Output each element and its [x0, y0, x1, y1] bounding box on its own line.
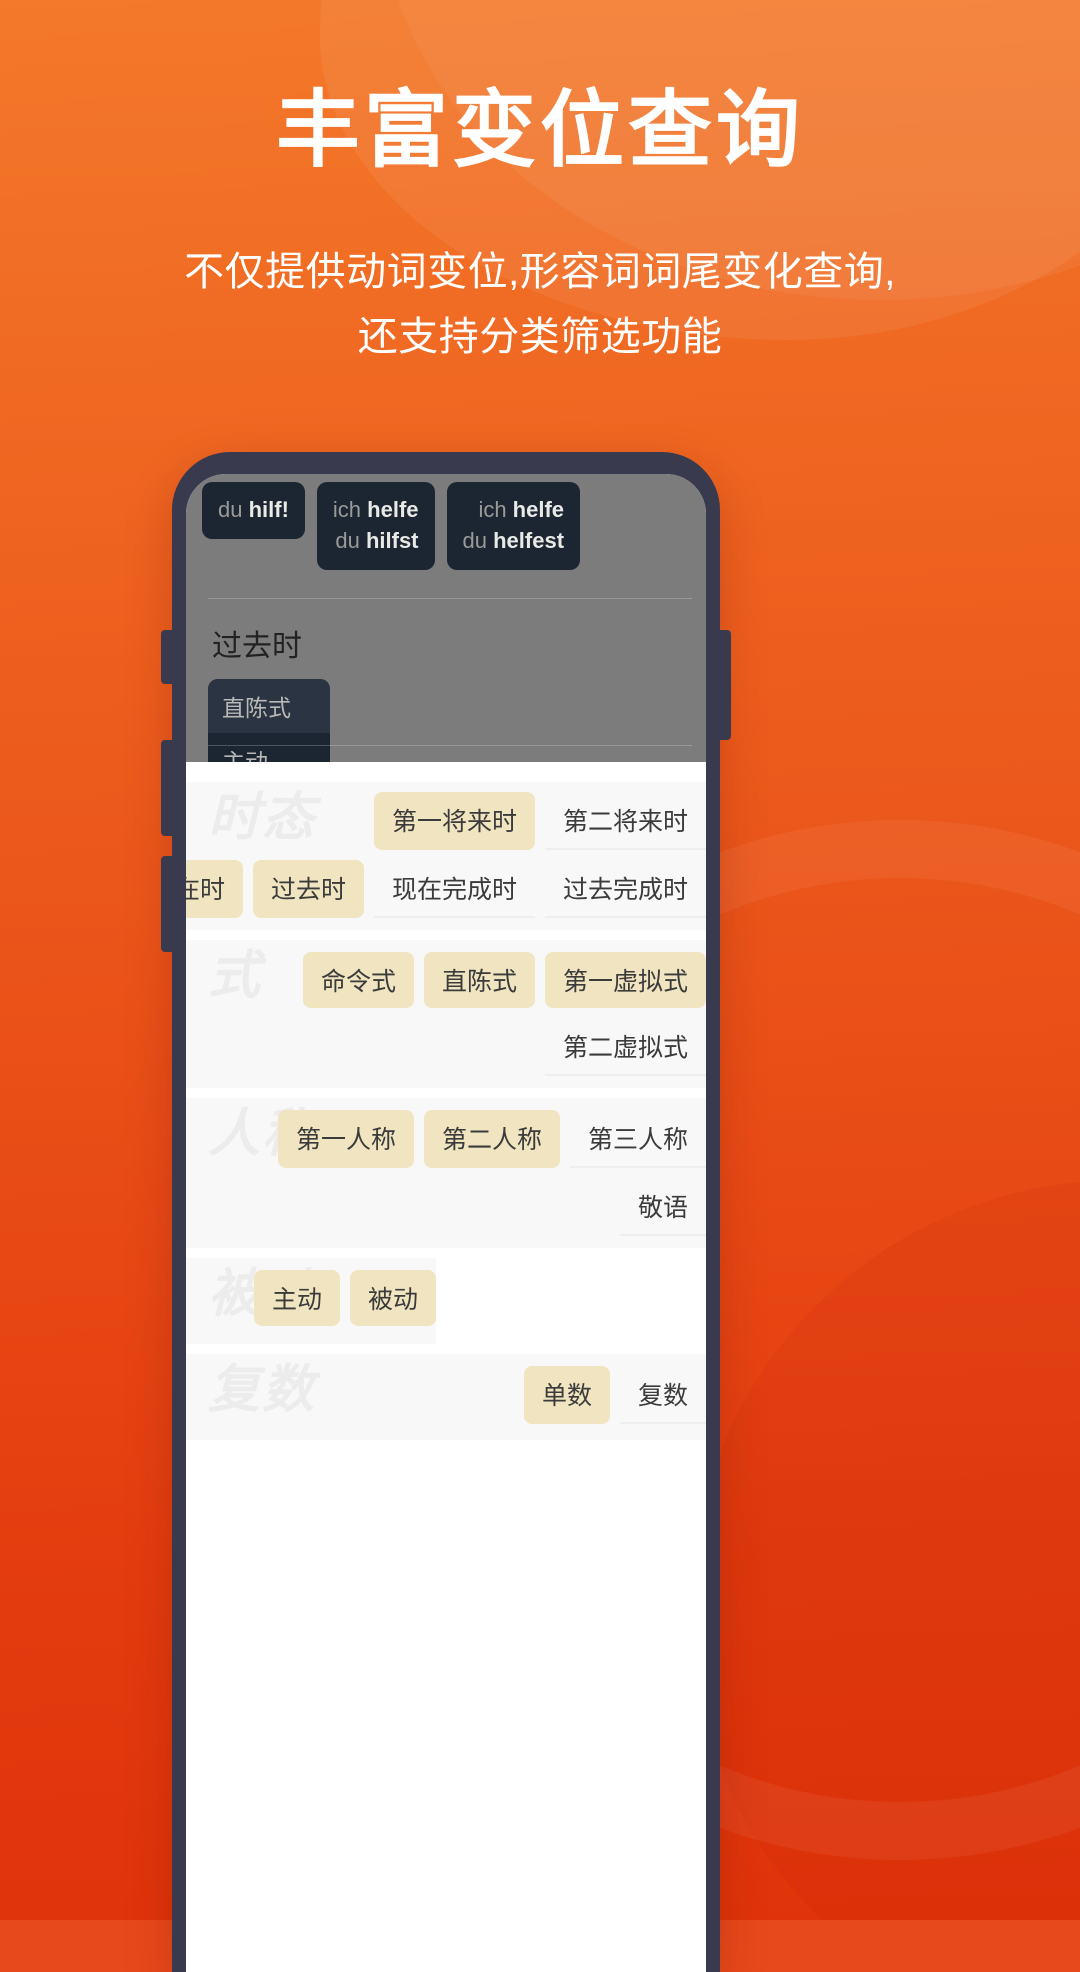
pronoun: du	[218, 497, 243, 522]
filter-group-voice: 被动主动被动	[186, 1258, 436, 1344]
filter-chip-voice[interactable]: 被动	[349, 1270, 436, 1326]
filter-chip-mood[interactable]: 命令式	[302, 952, 414, 1008]
filter-chip-row: 单数 复数	[186, 1354, 706, 1436]
filter-chip-tense[interactable]: 过去时	[252, 860, 364, 918]
filter-sheet: 时态第一将来时第二将来时现在时过去时现在完成时过去完成时式命令式直陈式第一虚拟式…	[186, 762, 706, 1440]
pronoun: du	[462, 528, 487, 554]
filter-chip-tense[interactable]: 现在时	[186, 860, 243, 918]
conjugation-card[interactable]: du hilf!	[202, 482, 305, 540]
pronoun: du	[335, 528, 360, 554]
page-subtitle: 不仅提供动词变位,形容词词尾变化查询, 还支持分类筛选功能	[120, 240, 960, 370]
filter-chip-tense[interactable]: 过去完成时	[544, 860, 706, 918]
conjugation-line: du hilf!	[218, 494, 289, 525]
conjugation-line: du helfest	[463, 525, 565, 556]
pronoun: ich	[332, 497, 362, 522]
conjugation-results-area: du hilf! ich helfe du hilfst ich helfe du he…	[186, 474, 706, 762]
phone-volume-down-button	[161, 856, 173, 952]
verb-form: helfest	[487, 528, 565, 554]
filter-chip-mood[interactable]: 第一虚拟式	[544, 952, 706, 1008]
conjugation-section-title: 过去时	[212, 630, 302, 664]
verb-form: hilf!	[242, 497, 289, 522]
conjugation-card-row: du hilf! ich helfe du hilfst ich helfe du he…	[186, 474, 706, 571]
verb-form: helfe	[361, 497, 419, 522]
verb-form: helfe	[506, 497, 565, 522]
conjugation-line: du hilfst	[333, 525, 419, 556]
conjugation-card[interactable]: ich helfe du helfest	[446, 482, 581, 571]
filter-group-label-tense: 时态	[208, 789, 317, 847]
conjugation-divider-bottom	[208, 745, 692, 746]
phone-volume-up-button	[161, 740, 173, 836]
filter-chip-person[interactable]: 敬语	[619, 1178, 706, 1236]
conjugation-line: ich helfe	[333, 494, 419, 525]
filter-chip-tense[interactable]: 现在完成时	[373, 860, 535, 918]
filter-chip-person[interactable]: 第一人称	[277, 1110, 414, 1168]
promo-header: 丰富变位查询 不仅提供动词变位,形容词词尾变化查询, 还支持分类筛选功能	[0, 86, 1080, 370]
conjugation-past-card[interactable]: 直陈式 主动 ich halfdu halfst	[208, 679, 330, 762]
pronoun: ich	[478, 497, 507, 522]
filter-chip-person[interactable]: 第三人称	[569, 1110, 706, 1168]
filter-chip-voice[interactable]: 主动	[253, 1270, 340, 1326]
filter-group-tense: 时态第一将来时第二将来时现在时过去时现在完成时过去完成时	[186, 782, 706, 930]
filter-chip-row: 第一人称 第二人称 第三人称敬语	[186, 1098, 706, 1248]
filter-chip-row: 主动 被动	[186, 1258, 436, 1338]
phone-mute-switch	[161, 630, 173, 684]
filter-chip-mood[interactable]: 直陈式	[423, 952, 535, 1008]
verb-form: hilfst	[359, 528, 419, 554]
filter-group-mood: 式命令式 直陈式 第一虚拟式 第二虚拟式	[186, 940, 706, 1088]
conjugation-line: ich helfe	[463, 494, 565, 525]
screen-empty-space	[186, 1450, 706, 1972]
filter-group-number: 复数 单数 复数	[186, 1354, 706, 1440]
page-subtitle-line-2: 还支持分类筛选功能	[357, 314, 723, 359]
phone-screen: du hilf! ich helfe du hilfst ich helfe du he…	[186, 474, 706, 1972]
page-title: 丰富变位查询	[275, 83, 804, 177]
filter-group-person: 人称 第一人称 第二人称 第三人称 敬语	[186, 1098, 706, 1248]
filter-chip-number[interactable]: 复数	[619, 1366, 706, 1424]
phone-mockup: du hilf! ich helfe du hilfst ich helfe du he…	[161, 452, 731, 1972]
filter-chip-mood[interactable]: 第二虚拟式	[544, 1018, 706, 1076]
past-card-mood: 直陈式	[208, 679, 330, 734]
filter-chip-number[interactable]: 单数	[523, 1366, 610, 1424]
phone-power-button	[719, 630, 731, 740]
filter-chip-tense[interactable]: 第一将来时	[373, 792, 535, 850]
filter-chip-person[interactable]: 第二人称	[423, 1110, 560, 1168]
filter-chip-tense[interactable]: 第二将来时	[544, 792, 706, 850]
page-subtitle-line-1: 不仅提供动词变位,形容词词尾变化查询,	[184, 250, 896, 295]
filter-pair-row: 被动主动被动句法	[186, 1258, 706, 1344]
conjugation-card[interactable]: ich helfe du hilfst	[316, 482, 435, 571]
filter-chip-row: 现在时过去时现在完成时过去完成时	[186, 850, 706, 930]
filter-chip-row: 命令式 直陈式 第一虚拟式第二虚拟式	[186, 940, 706, 1088]
past-card-voice: 主动	[208, 733, 330, 762]
